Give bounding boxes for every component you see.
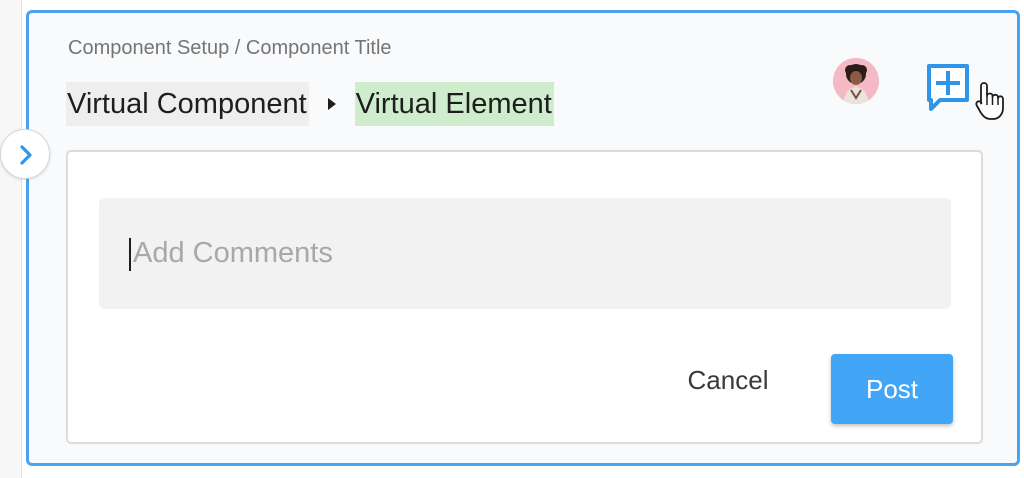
text-cursor	[129, 238, 131, 271]
add-comment-icon[interactable]	[926, 63, 972, 115]
comment-card: Cancel Post	[66, 150, 983, 444]
chevron-right-icon	[20, 145, 32, 165]
hand-pointer-cursor-icon	[975, 81, 1005, 121]
cancel-button[interactable]: Cancel	[660, 354, 796, 406]
breadcrumb: Component Setup / Component Title	[68, 37, 392, 59]
caret-right-icon	[327, 98, 336, 110]
element-name: Virtual Element	[354, 82, 554, 126]
avatar	[833, 58, 879, 104]
collapse-toggle-button[interactable]	[0, 129, 50, 179]
comment-panel: Component Setup / Component Title Virtua…	[26, 10, 1020, 466]
comment-input[interactable]	[99, 198, 951, 309]
left-rail	[0, 0, 22, 478]
element-path: Virtual Component Virtual Element	[66, 82, 554, 126]
component-name: Virtual Component	[66, 82, 309, 126]
page: Component Setup / Component Title Virtua…	[0, 0, 1024, 478]
post-button[interactable]: Post	[831, 354, 953, 424]
